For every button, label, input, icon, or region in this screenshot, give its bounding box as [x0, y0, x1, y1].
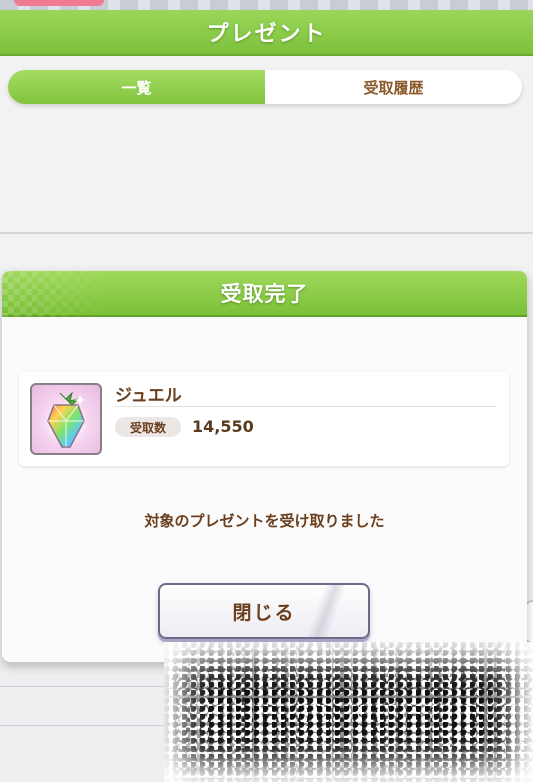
tab-list[interactable]: 一覧 — [8, 70, 265, 104]
close-button-label: 閉じる — [232, 601, 296, 624]
item-name: ジュエル — [115, 386, 182, 406]
header-pattern — [2, 271, 112, 317]
background-tabs: 一覧 受取履歴 — [8, 70, 522, 104]
received-item-card: ジュエル 受取数 14,550 — [19, 372, 509, 466]
dialog-header: 受取完了 — [2, 271, 527, 317]
background-divider — [0, 232, 533, 234]
button-shine — [308, 585, 344, 637]
dialog-title: 受取完了 — [220, 282, 309, 306]
close-button[interactable]: 閉じる — [158, 583, 370, 639]
top-status-strip — [0, 0, 533, 10]
tab-history[interactable]: 受取履歴 — [265, 70, 522, 104]
quantity-value: 14,550 — [192, 417, 254, 436]
receive-complete-dialog: 受取完了 ジュエル 受取数 14,550 対象のプレゼントを受け取りました 閉じ… — [2, 271, 527, 662]
item-divider — [115, 406, 497, 407]
quantity-label-badge: 受取数 — [115, 417, 181, 437]
completion-message: 対象のプレゼントを受け取りました — [144, 512, 385, 530]
jewel-icon — [47, 391, 86, 448]
background-header: プレゼント — [0, 10, 533, 56]
top-strip-accent — [14, 0, 104, 6]
pixelated-overlay — [164, 642, 533, 782]
item-thumbnail — [30, 383, 102, 455]
